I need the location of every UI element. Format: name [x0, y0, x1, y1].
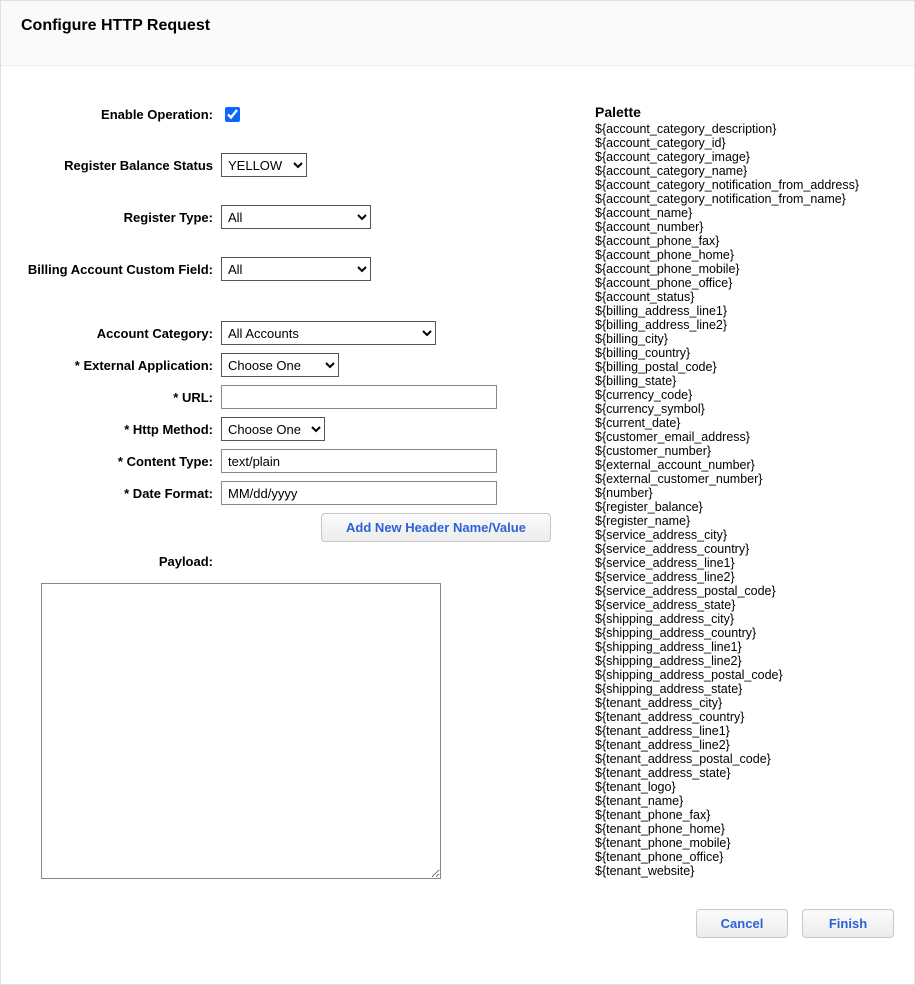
palette-item[interactable]: ${shipping_address_postal_code} — [595, 668, 894, 682]
palette-item[interactable]: ${billing_state} — [595, 374, 894, 388]
finish-button[interactable]: Finish — [802, 909, 894, 938]
palette-item[interactable]: ${shipping_address_state} — [595, 682, 894, 696]
palette-item[interactable]: ${number} — [595, 486, 894, 500]
palette-item[interactable]: ${tenant_logo} — [595, 780, 894, 794]
palette-item[interactable]: ${tenant_address_state} — [595, 766, 894, 780]
palette-item[interactable]: ${account_category_image} — [595, 150, 894, 164]
palette-list: ${account_category_description}${account… — [595, 122, 894, 878]
palette-item[interactable]: ${account_category_notification_from_add… — [595, 178, 894, 192]
billing-account-custom-field-label: Billing Account Custom Field: — [21, 262, 221, 277]
account-category-select[interactable]: All Accounts — [221, 321, 436, 345]
footer-buttons: Cancel Finish — [696, 909, 894, 938]
palette-item[interactable]: ${tenant_phone_office} — [595, 850, 894, 864]
palette-item[interactable]: ${tenant_phone_mobile} — [595, 836, 894, 850]
palette-item[interactable]: ${service_address_country} — [595, 542, 894, 556]
url-input[interactable] — [221, 385, 497, 409]
http-method-label: * Http Method: — [21, 422, 221, 437]
page-title: Configure HTTP Request — [21, 17, 894, 35]
url-label: * URL: — [21, 390, 221, 405]
add-header-button[interactable]: Add New Header Name/Value — [321, 513, 551, 542]
palette-item[interactable]: ${tenant_address_country} — [595, 710, 894, 724]
palette-item[interactable]: ${current_date} — [595, 416, 894, 430]
palette-item[interactable]: ${account_phone_home} — [595, 248, 894, 262]
palette-item[interactable]: ${billing_address_line1} — [595, 304, 894, 318]
palette-item[interactable]: ${account_category_name} — [595, 164, 894, 178]
palette-item[interactable]: ${billing_city} — [595, 332, 894, 346]
palette-item[interactable]: ${billing_address_line2} — [595, 318, 894, 332]
palette-item[interactable]: ${tenant_name} — [595, 794, 894, 808]
content-type-input[interactable] — [221, 449, 497, 473]
palette-item[interactable]: ${service_address_city} — [595, 528, 894, 542]
external-application-select[interactable]: Choose One — [221, 353, 339, 377]
palette-item[interactable]: ${tenant_address_city} — [595, 696, 894, 710]
palette-item[interactable]: ${account_phone_office} — [595, 276, 894, 290]
palette-item[interactable]: ${shipping_address_country} — [595, 626, 894, 640]
palette-item[interactable]: ${external_customer_number} — [595, 472, 894, 486]
palette-item[interactable]: ${account_number} — [595, 220, 894, 234]
palette-column: Palette ${account_category_description}$… — [581, 68, 894, 882]
palette-item[interactable]: ${tenant_address_line2} — [595, 738, 894, 752]
enable-operation-checkbox[interactable] — [225, 107, 240, 122]
enable-operation-label: Enable Operation: — [21, 107, 221, 122]
date-format-input[interactable] — [221, 481, 497, 505]
palette-item[interactable]: ${service_address_line2} — [595, 570, 894, 584]
palette-item[interactable]: ${account_category_id} — [595, 136, 894, 150]
billing-account-custom-field-select[interactable]: All — [221, 257, 371, 281]
palette-item[interactable]: ${customer_email_address} — [595, 430, 894, 444]
palette-item[interactable]: ${account_phone_mobile} — [595, 262, 894, 276]
account-category-label: Account Category: — [21, 326, 221, 341]
palette-item[interactable]: ${currency_symbol} — [595, 402, 894, 416]
palette-item[interactable]: ${tenant_address_line1} — [595, 724, 894, 738]
palette-item[interactable]: ${external_account_number} — [595, 458, 894, 472]
palette-item[interactable]: ${tenant_address_postal_code} — [595, 752, 894, 766]
palette-item[interactable]: ${register_balance} — [595, 500, 894, 514]
palette-item[interactable]: ${account_category_notification_from_nam… — [595, 192, 894, 206]
palette-title: Palette — [595, 104, 894, 120]
payload-label: Payload: — [21, 552, 221, 569]
palette-item[interactable]: ${account_category_description} — [595, 122, 894, 136]
dialog-header: Configure HTTP Request — [1, 0, 914, 66]
palette-item[interactable]: ${shipping_address_city} — [595, 612, 894, 626]
palette-item[interactable]: ${register_name} — [595, 514, 894, 528]
external-application-label: * External Application: — [21, 358, 221, 373]
palette-item[interactable]: ${billing_postal_code} — [595, 360, 894, 374]
palette-item[interactable]: ${account_name} — [595, 206, 894, 220]
register-balance-status-select[interactable]: YELLOW — [221, 153, 307, 177]
cancel-button[interactable]: Cancel — [696, 909, 788, 938]
register-type-label: Register Type: — [21, 210, 221, 225]
page-container: Configure HTTP Request Enable Operation:… — [0, 0, 915, 985]
content-type-label: * Content Type: — [21, 454, 221, 469]
palette-item[interactable]: ${billing_country} — [595, 346, 894, 360]
dialog-body: Enable Operation: Register Balance Statu… — [1, 66, 914, 892]
form-column: Enable Operation: Register Balance Statu… — [21, 68, 581, 882]
palette-item[interactable]: ${account_status} — [595, 290, 894, 304]
palette-item[interactable]: ${shipping_address_line1} — [595, 640, 894, 654]
date-format-label: * Date Format: — [21, 486, 221, 501]
palette-item[interactable]: ${tenant_phone_home} — [595, 822, 894, 836]
payload-textarea[interactable] — [41, 583, 441, 879]
palette-item[interactable]: ${customer_number} — [595, 444, 894, 458]
register-balance-status-label: Register Balance Status — [21, 158, 221, 173]
palette-item[interactable]: ${service_address_state} — [595, 598, 894, 612]
palette-item[interactable]: ${account_phone_fax} — [595, 234, 894, 248]
palette-item[interactable]: ${shipping_address_line2} — [595, 654, 894, 668]
palette-item[interactable]: ${currency_code} — [595, 388, 894, 402]
palette-item[interactable]: ${service_address_line1} — [595, 556, 894, 570]
palette-item[interactable]: ${tenant_phone_fax} — [595, 808, 894, 822]
palette-item[interactable]: ${service_address_postal_code} — [595, 584, 894, 598]
register-type-select[interactable]: All — [221, 205, 371, 229]
http-method-select[interactable]: Choose One — [221, 417, 325, 441]
palette-item[interactable]: ${tenant_website} — [595, 864, 894, 878]
